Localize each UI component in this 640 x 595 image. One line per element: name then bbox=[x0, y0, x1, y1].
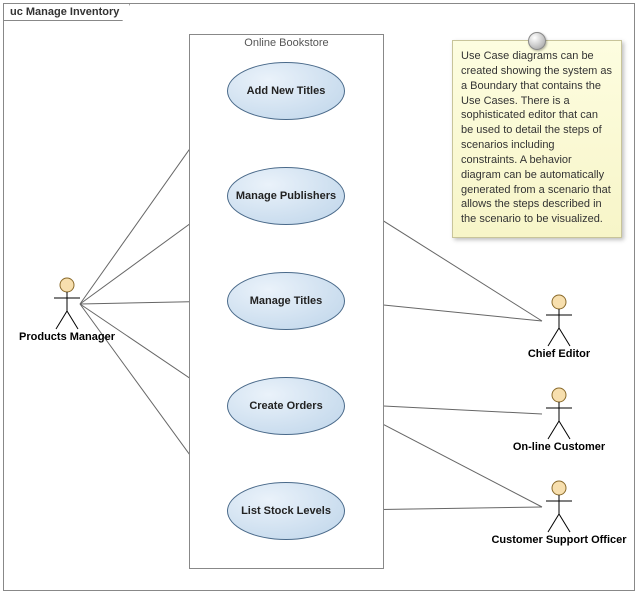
usecase-label: Manage Titles bbox=[250, 295, 323, 307]
usecase-manage-publishers[interactable]: Manage Publishers bbox=[227, 167, 345, 225]
usecase-label: List Stock Levels bbox=[241, 505, 331, 517]
actor-label: Customer Support Officer bbox=[489, 534, 629, 546]
usecase-manage-titles[interactable]: Manage Titles bbox=[227, 272, 345, 330]
actor-online-customer[interactable]: On-line Customer bbox=[524, 387, 594, 453]
usecase-add-new-titles[interactable]: Add New Titles bbox=[227, 62, 345, 120]
usecase-label: Add New Titles bbox=[247, 85, 326, 97]
actor-icon bbox=[50, 277, 84, 331]
actor-icon bbox=[542, 294, 576, 348]
actor-customer-support-officer[interactable]: Customer Support Officer bbox=[524, 480, 594, 546]
actor-products-manager[interactable]: Products Manager bbox=[32, 277, 102, 343]
actor-label: Products Manager bbox=[0, 331, 137, 343]
pin-icon bbox=[528, 32, 546, 50]
usecase-label: Create Orders bbox=[249, 400, 322, 412]
note-text: Use Case diagrams can be created showing… bbox=[461, 50, 612, 225]
usecase-label: Manage Publishers bbox=[236, 190, 336, 202]
usecase-create-orders[interactable]: Create Orders bbox=[227, 377, 345, 435]
diagram-frame: uc Manage Inventory Online Bookstore Add… bbox=[3, 3, 635, 591]
frame-title: uc Manage Inventory bbox=[3, 3, 130, 21]
system-boundary-title: Online Bookstore bbox=[190, 37, 383, 49]
actor-chief-editor[interactable]: Chief Editor bbox=[524, 294, 594, 360]
actor-label: On-line Customer bbox=[489, 441, 629, 453]
actor-label: Chief Editor bbox=[524, 348, 594, 360]
usecase-list-stock-levels[interactable]: List Stock Levels bbox=[227, 482, 345, 540]
actor-icon bbox=[542, 387, 576, 441]
actor-icon bbox=[542, 480, 576, 534]
diagram-note[interactable]: Use Case diagrams can be created showing… bbox=[452, 40, 622, 238]
